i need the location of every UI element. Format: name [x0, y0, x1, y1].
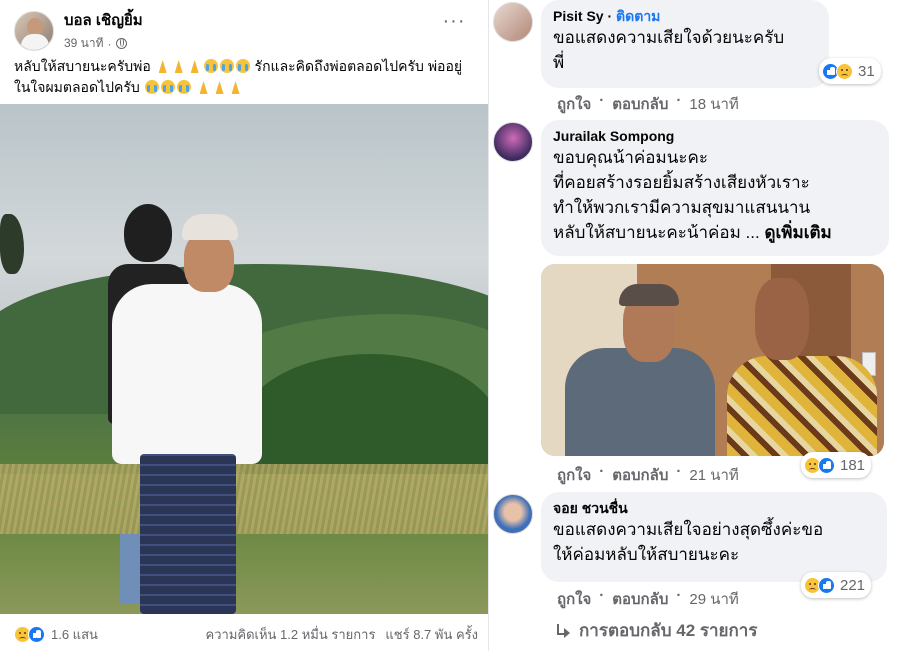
crying-face-emoji-icon [203, 59, 218, 73]
comment-text: ขอแสดงความเสียใจด้วยนะครับ พี่ [553, 28, 785, 72]
crying-face-emoji-icon [160, 80, 175, 94]
commenter-name[interactable]: จอย ชวนชื่น [553, 499, 875, 517]
crying-face-emoji-icon [144, 80, 159, 94]
post-photo[interactable] [0, 104, 488, 614]
crying-face-emoji-icon [235, 59, 250, 73]
comment-actions: ถูกใจ · ตอบกลับ · 21 นาที [557, 463, 739, 487]
comment-photo[interactable] [541, 264, 884, 456]
comment-time[interactable]: 21 นาที [689, 463, 738, 487]
like-reaction-icon [818, 456, 835, 474]
commenter-name[interactable]: Jurailak Sompong [553, 127, 877, 145]
author-name[interactable]: บอล เชิญยิ้ม [64, 8, 143, 32]
like-button[interactable]: ถูกใจ [557, 92, 591, 116]
post-text-part1: หลับให้สบายนะครับพ่อ [14, 58, 151, 74]
commenter-avatar[interactable] [493, 494, 533, 534]
folded-hands-emoji-icon [213, 81, 227, 94]
author-info: บอล เชิญยิ้ม 39 นาที · [64, 8, 143, 53]
emoji-group-1 [155, 58, 255, 74]
comment-bubble: Jurailak Sompong ขอบคุณน้าค่อมนะคะ ที่คอ… [541, 120, 889, 256]
comments-count[interactable]: ความคิดเห็น 1.2 หมื่น รายการ [206, 624, 376, 645]
post-card: บอล เชิญยิ้ม 39 นาที · ··· หลับให้สบายนะ… [0, 0, 488, 651]
post-text: หลับให้สบายนะครับพ่อ รักและคิดถึงพ่อตลอด… [14, 56, 478, 98]
reply-arrow-icon [555, 623, 571, 638]
author-avatar[interactable] [14, 10, 54, 51]
folded-hands-emoji-icon [197, 81, 211, 94]
comment-time[interactable]: 18 นาที [689, 92, 738, 116]
sad-reaction-icon [836, 62, 853, 80]
commenter-avatar[interactable] [493, 2, 533, 42]
reply-button[interactable]: ตอบกลับ [612, 587, 668, 611]
post-meta: 39 นาที · [64, 34, 143, 53]
comment-text: ขอแสดงความเสียใจอย่างสุดซึ้งค่ะขอ ให้ค่อ… [553, 520, 824, 564]
folded-hands-emoji-icon [188, 60, 202, 73]
commenter-name-text[interactable]: Pisit Sy [553, 8, 604, 24]
emoji-group-2 [144, 79, 244, 95]
follow-link[interactable]: ติดตาม [616, 8, 660, 24]
comment-actions: ถูกใจ · ตอบกลับ · 29 นาที [557, 587, 739, 611]
comments-panel: Pisit Sy · ติดตาม ขอแสดงความเสียใจด้วยนะ… [489, 0, 912, 651]
commenter-avatar[interactable] [493, 122, 533, 162]
like-button[interactable]: ถูกใจ [557, 463, 591, 487]
comment-bubble: จอย ชวนชื่น ขอแสดงความเสียใจอย่างสุดซึ้ง… [541, 492, 887, 582]
comment-text: ขอบคุณน้าค่อมนะคะ ที่คอยสร้างรอยยิ้มสร้า… [553, 148, 832, 242]
post-time[interactable]: 39 นาที [64, 34, 104, 53]
comment-actions: ถูกใจ · ตอบกลับ · 18 นาที [557, 92, 739, 116]
view-replies-link[interactable]: การตอบกลับ 42 รายการ [555, 617, 757, 644]
reply-button[interactable]: ตอบกลับ [612, 463, 668, 487]
crying-face-emoji-icon [176, 80, 191, 94]
reply-button[interactable]: ตอบกลับ [612, 92, 668, 116]
post-header: บอล เชิญยิ้ม 39 นาที · [14, 8, 143, 53]
comment-bubble: Pisit Sy · ติดตาม ขอแสดงความเสียใจด้วยนะ… [541, 0, 829, 88]
reactions-count[interactable]: 1.6 แสน [51, 624, 98, 645]
comment-reactions[interactable]: 221 [801, 572, 872, 598]
folded-hands-emoji-icon [172, 60, 186, 73]
see-more-link[interactable]: ดูเพิ่มเติม [764, 223, 831, 242]
footer-stats: ความคิดเห็น 1.2 หมื่น รายการ แชร์ 8.7 พั… [206, 624, 478, 645]
like-button[interactable]: ถูกใจ [557, 587, 591, 611]
replies-count: การตอบกลับ 42 รายการ [579, 621, 758, 640]
post-footer: 1.6 แสน ความคิดเห็น 1.2 หมื่น รายการ แชร… [14, 622, 478, 646]
reaction-count: 31 [858, 62, 875, 80]
crying-face-emoji-icon [219, 59, 234, 73]
reaction-count: 181 [840, 456, 866, 474]
reaction-count: 221 [840, 576, 866, 594]
globe-icon [115, 38, 127, 49]
comment-time[interactable]: 29 นาที [689, 587, 738, 611]
folded-hands-emoji-icon [156, 60, 170, 73]
like-reaction-icon [818, 576, 835, 594]
more-options-button[interactable]: ··· [440, 11, 468, 36]
shares-count[interactable]: แชร์ 8.7 พัน ครั้ง [385, 624, 478, 645]
commenter-name: Pisit Sy · ติดตาม [553, 8, 661, 24]
comment-reactions[interactable]: 181 [801, 452, 872, 478]
like-reaction-icon [28, 625, 45, 643]
reaction-icons[interactable] [14, 625, 45, 643]
folded-hands-emoji-icon [229, 81, 243, 94]
comment-reactions[interactable]: 31 [819, 58, 881, 84]
